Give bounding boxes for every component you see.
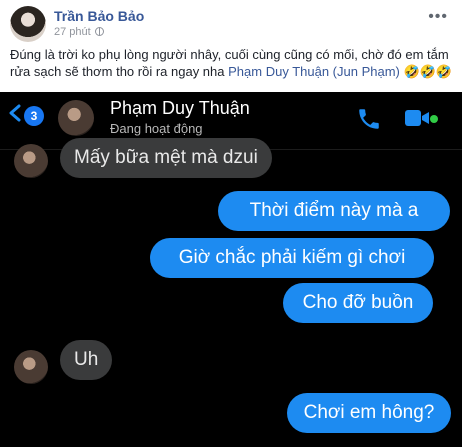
post-time[interactable]: 27 phút [54, 26, 104, 38]
contact-name[interactable]: Phạm Duy Thuận [110, 98, 250, 119]
contact-status: Đang hoạt động [110, 121, 203, 136]
message-bubble-outgoing[interactable]: Cho đỡ buồn [283, 283, 433, 323]
message-bubble-incoming[interactable]: Uh [60, 340, 113, 380]
online-status-dot [430, 115, 438, 123]
caption-mention-link[interactable]: Phạm Duy Thuận (Jun Phạm) [228, 64, 400, 79]
message-avatar[interactable] [14, 350, 48, 384]
unread-count-badge: 3 [24, 106, 44, 126]
messenger-screenshot: 3 Phạm Duy Thuận Đang hoạt động Mấy bữa … [0, 92, 462, 447]
globe-icon [94, 27, 104, 36]
video-call-icon[interactable] [404, 108, 430, 128]
post-time-text: 27 phút [54, 26, 91, 38]
message-bubble-outgoing[interactable]: Giờ chắc phải kiếm gì chơi [150, 238, 434, 278]
contact-avatar[interactable] [58, 100, 94, 136]
caption-emoji: 🤣🤣🤣 [399, 64, 453, 79]
poster-avatar[interactable] [10, 6, 46, 42]
message-bubble-outgoing[interactable]: Thời điểm này mà a [218, 191, 450, 231]
post-header: Trần Bảo Bảo 27 phút ••• [0, 0, 462, 42]
message-avatar[interactable] [14, 144, 48, 178]
message-bubble-outgoing[interactable]: Chơi em hông? [287, 393, 451, 433]
message-bubble-incoming[interactable]: Mấy bữa mệt mà dzui [60, 138, 272, 178]
post-caption: Đúng là trời ko phụ lòng người nhây, cuố… [10, 46, 454, 80]
more-options-icon[interactable]: ••• [428, 8, 448, 26]
back-chevron-icon[interactable] [8, 104, 22, 122]
phone-call-icon[interactable] [356, 106, 382, 132]
poster-name[interactable]: Trần Bảo Bảo [54, 8, 144, 24]
